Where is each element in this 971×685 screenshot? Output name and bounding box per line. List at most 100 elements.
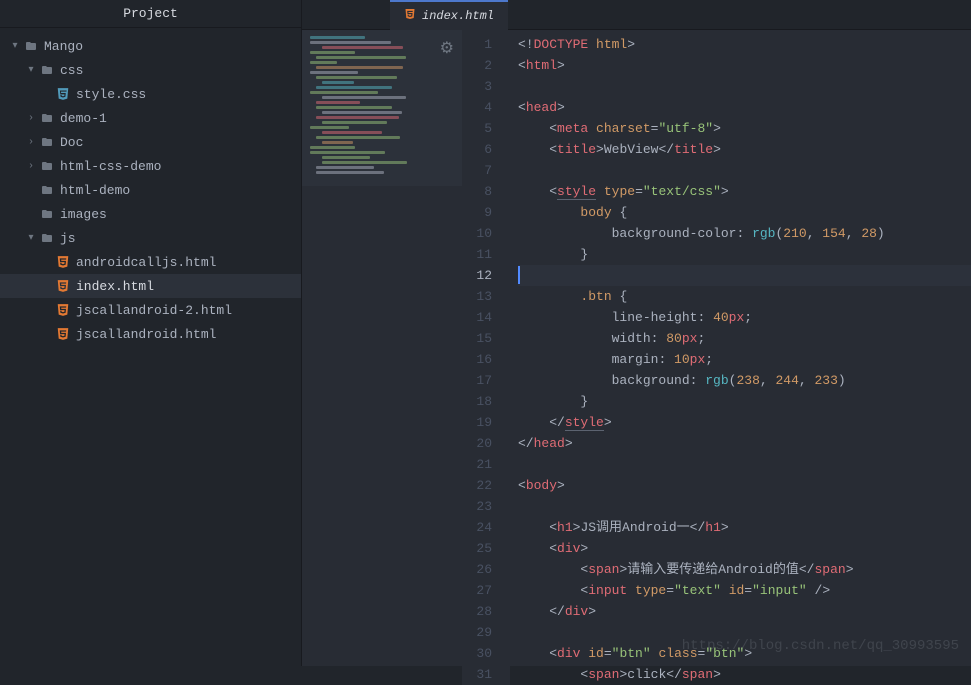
tree-item-label: Doc — [60, 135, 83, 150]
line-number[interactable]: 2 — [462, 55, 492, 76]
line-gutter[interactable]: 1234567891011121314151617181920212223242… — [462, 30, 510, 685]
line-number[interactable]: 28 — [462, 601, 492, 622]
gear-icon[interactable]: ⚙ — [440, 38, 454, 58]
tree-item-label: css — [60, 63, 83, 78]
tree-item-css[interactable]: ▾ css — [0, 58, 301, 82]
code-line[interactable]: <div> — [518, 538, 971, 559]
line-number[interactable]: 4 — [462, 97, 492, 118]
tree-item-html-demo[interactable]: html-demo — [0, 178, 301, 202]
line-number[interactable]: 14 — [462, 307, 492, 328]
code-line[interactable]: <input type="text" id="input" /> — [518, 580, 971, 601]
html5-icon — [54, 303, 72, 317]
line-number[interactable]: 21 — [462, 454, 492, 475]
tree-item-doc[interactable]: › Doc — [0, 130, 301, 154]
tree-item-jscallandroid-html[interactable]: jscallandroid.html — [0, 322, 301, 346]
line-number[interactable]: 24 — [462, 517, 492, 538]
code-line[interactable] — [518, 76, 971, 97]
file-tree[interactable]: ▾Mango ▾ css style.css›demo-1 › Doc ›html-css-… — [0, 28, 301, 666]
line-number[interactable]: 11 — [462, 244, 492, 265]
code-line[interactable] — [518, 454, 971, 475]
code-line[interactable]: </style> — [518, 412, 971, 433]
project-sidebar: Project ▾Mango▾cssstyle.css›demo-1›Doc›h… — [0, 0, 302, 666]
code-line[interactable]: <head> — [518, 97, 971, 118]
code-line[interactable] — [518, 496, 971, 517]
code-line[interactable]: width: 80px; — [518, 328, 971, 349]
editor-area: ⚙ 12345678910111213141516171819202122232… — [302, 30, 971, 685]
code-line[interactable]: } — [518, 391, 971, 412]
line-number[interactable]: 22 — [462, 475, 492, 496]
code-line[interactable] — [518, 265, 971, 286]
code-editor[interactable]: <!DOCTYPE html><html> <head> <meta chars… — [510, 30, 971, 685]
line-number[interactable]: 23 — [462, 496, 492, 517]
line-number[interactable]: 25 — [462, 538, 492, 559]
tree-item-label: html-demo — [60, 183, 130, 198]
line-number[interactable]: 16 — [462, 349, 492, 370]
line-number[interactable]: 26 — [462, 559, 492, 580]
code-line[interactable]: margin: 10px; — [518, 349, 971, 370]
html5-icon — [54, 279, 72, 293]
folder-icon — [22, 40, 40, 52]
text-cursor — [518, 266, 520, 284]
code-line[interactable]: <span>click</span> — [518, 664, 971, 685]
line-number[interactable]: 30 — [462, 643, 492, 664]
line-number[interactable]: 15 — [462, 328, 492, 349]
code-line[interactable]: line-height: 40px; — [518, 307, 971, 328]
line-number[interactable]: 29 — [462, 622, 492, 643]
tree-item-js[interactable]: ▾js — [0, 226, 301, 250]
chevron-icon: ▾ — [24, 64, 38, 76]
line-number[interactable]: 8 — [462, 181, 492, 202]
tree-item-label: index.html — [76, 279, 154, 294]
tree-item-jscallandroid-2-html[interactable]: jscallandroid-2.html — [0, 298, 301, 322]
line-number[interactable]: 13 — [462, 286, 492, 307]
tree-item-androidcalljs-html[interactable]: androidcalljs.html — [0, 250, 301, 274]
line-number[interactable]: 19 — [462, 412, 492, 433]
folder-icon — [38, 64, 56, 76]
code-line[interactable]: <span>请输入要传递给Android的值</span> — [518, 559, 971, 580]
tree-item-images[interactable]: images — [0, 202, 301, 226]
line-number[interactable]: 12 — [462, 265, 492, 286]
code-line[interactable]: <title>WebView</title> — [518, 139, 971, 160]
code-line[interactable]: </div> — [518, 601, 971, 622]
line-number[interactable]: 3 — [462, 76, 492, 97]
folder-icon — [38, 136, 56, 148]
folder-icon — [38, 184, 56, 196]
code-line[interactable]: <h1>JS调用Android一</h1> — [518, 517, 971, 538]
code-line[interactable]: <style type="text/css"> — [518, 181, 971, 202]
code-line[interactable]: .btn { — [518, 286, 971, 307]
code-line[interactable] — [518, 160, 971, 181]
tab-index-html[interactable]: index.html — [390, 0, 508, 30]
line-number[interactable]: 9 — [462, 202, 492, 223]
code-line[interactable]: <html> — [518, 55, 971, 76]
line-number[interactable]: 6 — [462, 139, 492, 160]
code-line[interactable]: } — [518, 244, 971, 265]
code-line[interactable]: background: rgb(238, 244, 233) — [518, 370, 971, 391]
line-number[interactable]: 10 — [462, 223, 492, 244]
line-number[interactable]: 27 — [462, 580, 492, 601]
tree-item-index-html[interactable]: index.html — [0, 274, 301, 298]
chevron-icon: › — [24, 137, 38, 148]
code-line[interactable]: </head> — [518, 433, 971, 454]
tab-label: index.html — [422, 9, 494, 23]
code-line[interactable]: <!DOCTYPE html> — [518, 34, 971, 55]
folder-icon — [38, 160, 56, 172]
line-number[interactable]: 18 — [462, 391, 492, 412]
tree-item-html-css-demo[interactable]: ›html-css-demo — [0, 154, 301, 178]
tree-item-label: jscallandroid.html — [76, 327, 216, 342]
line-number[interactable]: 31 — [462, 664, 492, 685]
code-line[interactable]: body { — [518, 202, 971, 223]
code-line[interactable]: <meta charset="utf-8"> — [518, 118, 971, 139]
app-root: Project ▾Mango▾cssstyle.css›demo-1›Doc›h… — [0, 0, 971, 666]
tree-item-style-css[interactable]: style.css — [0, 82, 301, 106]
tree-item-mango[interactable]: ▾Mango — [0, 34, 301, 58]
line-number[interactable]: 17 — [462, 370, 492, 391]
line-number[interactable]: 20 — [462, 433, 492, 454]
code-line[interactable]: background-color: rgb(210, 154, 28) — [518, 223, 971, 244]
line-number[interactable]: 7 — [462, 160, 492, 181]
tree-item-demo-1[interactable]: ›demo-1 — [0, 106, 301, 130]
line-number[interactable]: 1 — [462, 34, 492, 55]
line-number[interactable]: 5 — [462, 118, 492, 139]
code-minimap[interactable]: ⚙ — [302, 30, 462, 186]
code-line[interactable]: <body> — [518, 475, 971, 496]
html5-icon — [404, 8, 416, 24]
css-icon — [54, 87, 72, 101]
